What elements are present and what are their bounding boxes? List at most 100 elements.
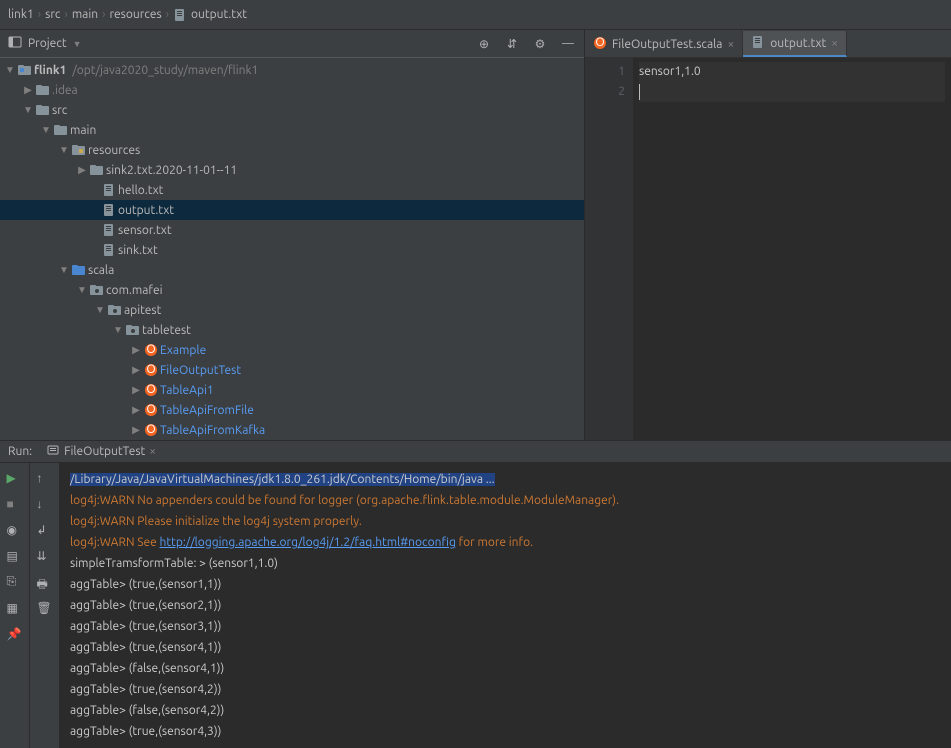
resources-folder-icon (70, 142, 88, 158)
caret (639, 84, 640, 100)
tree-src[interactable]: ▼src (0, 100, 584, 120)
run-toolbar-left: ▶ ■ ◉ ▤ ⎘ ▦ 📌 (0, 463, 30, 748)
folder-icon (34, 82, 52, 98)
down-icon[interactable]: ↓ (37, 497, 53, 513)
expand-icon[interactable]: ⇵ (504, 36, 520, 52)
target-icon[interactable]: ⊕ (476, 36, 492, 52)
code-line: sensor1,1.0 (639, 65, 701, 78)
svg-text:O: O (595, 36, 604, 49)
close-icon[interactable]: × (831, 37, 838, 50)
console-line: aggTable> (true,(sensor4,2)) (70, 679, 941, 700)
console-line: log4j:WARN No appenders could be found f… (70, 490, 941, 511)
run-tab[interactable]: FileOutputTest × (40, 441, 162, 462)
scroll-icon[interactable]: ⇊ (37, 549, 53, 565)
console-line: aggTable> (true,(sensor4,1)) (70, 637, 941, 658)
tree-resources[interactable]: ▼resources (0, 140, 584, 160)
editor-panel: O FileOutputTest.scala × output.txt × 1 … (585, 30, 951, 440)
scala-object-icon: O (593, 36, 607, 53)
scala-object-icon: O (142, 402, 160, 418)
editor-body[interactable]: 1 2 sensor1,1.0 (585, 58, 951, 440)
close-icon[interactable]: × (727, 38, 734, 51)
up-icon[interactable]: ↑ (37, 471, 53, 487)
tree-output[interactable]: output.txt (0, 200, 584, 220)
package-icon (88, 282, 106, 298)
text-file-icon (100, 182, 118, 198)
scala-object-icon: O (142, 342, 160, 358)
exit-icon[interactable]: ⎘ (7, 575, 23, 591)
editor-tab-txt[interactable]: output.txt × (743, 31, 847, 57)
console[interactable]: /Library/Java/JavaVirtualMachines/jdk1.8… (60, 463, 951, 748)
svg-text:O: O (146, 363, 155, 376)
breadcrumb-item[interactable]: resources (110, 8, 162, 21)
console-line: aggTable> (true,(sensor3,1)) (70, 616, 941, 637)
console-line: aggTable> (true,(sensor4,3)) (70, 721, 941, 742)
print-icon[interactable]: 🖶 (37, 575, 53, 591)
console-line: aggTable> (true,(sensor1,1)) (70, 574, 941, 595)
project-title[interactable]: Project (28, 37, 67, 50)
tree-hello[interactable]: hello.txt (0, 180, 584, 200)
breadcrumb-item[interactable]: output.txt (191, 8, 247, 21)
module-icon (16, 62, 34, 78)
dropdown-icon[interactable]: ▼ (73, 39, 82, 49)
tree-tableapi1[interactable]: ▶OTableApi1 (0, 380, 584, 400)
editor-tab-scala[interactable]: O FileOutputTest.scala × (585, 31, 743, 57)
run-config-icon (46, 443, 60, 460)
wrap-icon[interactable]: ↲ (37, 523, 53, 539)
layout2-icon[interactable]: ▦ (7, 601, 23, 617)
trash-icon[interactable]: 🗑 (37, 601, 53, 617)
tree-sensor[interactable]: sensor.txt (0, 220, 584, 240)
folder-icon (34, 102, 52, 118)
tree-root[interactable]: ▼flink1/opt/java2020_study/maven/flink1 (0, 60, 584, 80)
line-number: 2 (585, 82, 625, 102)
breadcrumb-item[interactable]: main (72, 8, 98, 21)
svg-text:O: O (146, 423, 155, 436)
package-icon (124, 322, 142, 338)
tree-tableapifromfile[interactable]: ▶OTableApiFromFile (0, 400, 584, 420)
tree-sink2[interactable]: ▶sink2.txt.2020-11-01--11 (0, 160, 584, 180)
svg-text:O: O (146, 403, 155, 416)
editor-code[interactable]: sensor1,1.0 (633, 58, 951, 440)
run-toolbar-secondary: ↑ ↓ ↲ ⇊ 🖶 🗑 (30, 463, 60, 748)
console-line: log4j:WARN See (70, 536, 160, 549)
tree-tabletest[interactable]: ▼tabletest (0, 320, 584, 340)
tab-label: FileOutputTest.scala (612, 38, 722, 51)
svg-text:O: O (146, 343, 155, 356)
editor-gutter: 1 2 (585, 58, 633, 440)
close-icon[interactable]: × (149, 445, 156, 458)
console-line: for more info. (456, 536, 533, 549)
tree-main[interactable]: ▼main (0, 120, 584, 140)
run-label: Run: (8, 445, 32, 458)
minimize-icon[interactable]: — (560, 36, 576, 52)
tree-sink[interactable]: sink.txt (0, 240, 584, 260)
tree-example[interactable]: ▶OExample (0, 340, 584, 360)
scala-object-icon: O (142, 382, 160, 398)
pin-icon[interactable]: 📌 (7, 627, 23, 643)
breadcrumb-item[interactable]: src (45, 8, 60, 21)
tree-package[interactable]: ▼com.mafei (0, 280, 584, 300)
breadcrumb-item[interactable]: link1 (8, 8, 34, 21)
camera-icon[interactable]: ◉ (7, 523, 23, 539)
chevron-right-icon: › (102, 8, 105, 21)
svg-text:O: O (146, 383, 155, 396)
chevron-right-icon: › (38, 8, 41, 21)
chevron-right-icon: › (64, 8, 67, 21)
console-line: aggTable> (false,(sensor4,2)) (70, 700, 941, 721)
text-file-icon (100, 222, 118, 238)
text-file-icon (100, 242, 118, 258)
text-file-icon (173, 8, 187, 22)
tree-apitest[interactable]: ▼apitest (0, 300, 584, 320)
tree-fileoutputtest[interactable]: ▶OFileOutputTest (0, 360, 584, 380)
tree-tableapifromkafka[interactable]: ▶OTableApiFromKafka (0, 420, 584, 440)
project-panel: Project ▼ ⊕ ⇵ ⚙ — ▼flink1/opt/java2020_s… (0, 30, 585, 440)
run-panel: Run: FileOutputTest × ▶ ■ ◉ ▤ ⎘ ▦ 📌 ↑ ↓ … (0, 440, 951, 748)
layout-icon[interactable]: ▤ (7, 549, 23, 565)
run-icon[interactable]: ▶ (7, 471, 23, 487)
run-header: Run: FileOutputTest × (0, 441, 951, 463)
console-line: aggTable> (true,(sensor2,1)) (70, 595, 941, 616)
console-link[interactable]: http://logging.apache.org/log4j/1.2/faq.… (160, 536, 456, 549)
stop-icon[interactable]: ■ (7, 497, 23, 513)
tree-scala[interactable]: ▼scala (0, 260, 584, 280)
folder-icon (52, 122, 70, 138)
tree-idea[interactable]: ▶.idea (0, 80, 584, 100)
gear-icon[interactable]: ⚙ (532, 36, 548, 52)
